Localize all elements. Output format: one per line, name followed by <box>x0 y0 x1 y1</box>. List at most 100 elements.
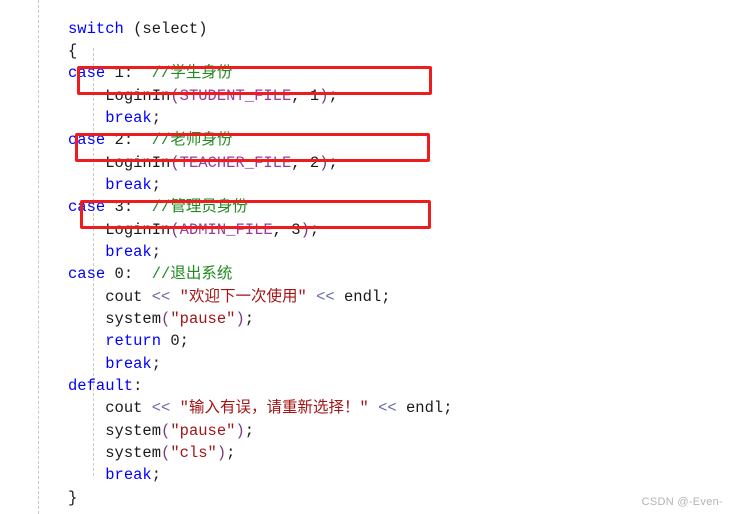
code-line-10: LoginIn(ADMIN_FILE, 3); <box>68 219 708 241</box>
token-kw: case <box>68 131 106 150</box>
code-line-22: } <box>68 487 708 509</box>
code-line-8: break; <box>68 174 708 196</box>
code-line-6: case 2: //老师身份 <box>68 129 708 151</box>
token-plain: ; <box>328 153 338 172</box>
token-str: "cls" <box>170 444 217 463</box>
token-cmt: //管理员身份 <box>151 198 248 217</box>
code-line-21: break; <box>68 464 708 486</box>
token-plain: system <box>105 444 162 463</box>
token-macro: STUDENT_FILE <box>179 86 292 105</box>
token-plain: ; <box>151 466 162 485</box>
token-plain: ; <box>151 354 162 373</box>
code-block: switch (select) { case 1: //学生身份 LoginIn… <box>68 18 708 510</box>
token-kw: return <box>105 332 162 351</box>
token-punc: ( <box>170 220 180 239</box>
code-line-15: return 0; <box>68 330 708 352</box>
token-plain: , 3 <box>272 220 301 239</box>
token-punc: ) <box>300 220 310 239</box>
token-punc: ) <box>319 86 329 105</box>
token-plain: , 1 <box>291 86 320 105</box>
token-macro: TEACHER_FILE <box>179 153 292 172</box>
token-punc: ) <box>216 444 227 463</box>
token-punc: ( <box>170 153 180 172</box>
token-plain: 0; <box>161 332 189 351</box>
token-kw: case <box>68 198 106 217</box>
code-line-1: switch (select) <box>68 18 708 40</box>
code-line-19: system("pause"); <box>68 420 708 442</box>
token-op: << <box>151 287 171 306</box>
token-plain: ; <box>151 108 162 127</box>
code-line-12: case 0: //退出系统 <box>68 263 708 285</box>
token-plain: LoginIn <box>105 86 171 105</box>
token-op: << <box>378 399 397 418</box>
token-plain: 1: <box>105 64 152 83</box>
token-plain: endl; <box>334 287 391 306</box>
indent-guide-level-0 <box>38 0 39 514</box>
token-plain: , 2 <box>291 153 320 172</box>
token-kw: break <box>105 354 152 373</box>
token-punc: ( <box>161 309 171 328</box>
token-kw: default <box>68 377 134 395</box>
token-kw: break <box>105 466 152 485</box>
token-kw: break <box>105 175 152 194</box>
token-cmt: //老师身份 <box>151 131 233 150</box>
code-line-18: cout << "输入有误，请重新选择！" << endl; <box>68 397 708 419</box>
token-op: << <box>151 399 171 418</box>
token-plain: { <box>68 41 78 60</box>
token-cmt: //学生身份 <box>151 64 233 83</box>
token-plain: ; <box>226 444 236 463</box>
token-plain: ; <box>328 86 338 105</box>
code-line-3: case 1: //学生身份 <box>68 62 708 84</box>
token-kw: case <box>68 265 106 284</box>
token-plain: 0: <box>105 265 152 284</box>
token-str: "pause" <box>170 421 236 440</box>
token-op: << <box>316 287 335 306</box>
token-kw: break <box>105 108 152 127</box>
token-plain: : <box>133 377 143 395</box>
code-line-5: break; <box>68 107 708 129</box>
token-cmt: //退出系统 <box>151 265 233 284</box>
code-line-7: LoginIn(TEACHER_FILE, 2); <box>68 152 708 174</box>
code-line-14: system("pause"); <box>68 308 708 330</box>
token-plain: LoginIn <box>105 153 171 172</box>
token-plain: ; <box>244 309 255 328</box>
token-plain: ; <box>309 220 320 239</box>
token-kw: switch <box>68 19 124 38</box>
token-punc: ( <box>161 421 171 440</box>
code-line-17: default: <box>68 375 708 397</box>
token-punc: ) <box>235 309 245 328</box>
token-plain: ; <box>244 421 255 440</box>
code-screenshot: switch (select) { case 1: //学生身份 LoginIn… <box>0 0 731 514</box>
token-plain: 3: <box>105 198 152 217</box>
code-line-9: case 3: //管理员身份 <box>68 196 708 218</box>
token-plain: } <box>68 488 78 507</box>
token-plain: endl; <box>396 399 453 418</box>
token-str: "pause" <box>170 309 236 328</box>
token-kw: case <box>68 64 106 83</box>
token-str: "欢迎下一次使用" <box>179 287 307 306</box>
token-kw: break <box>105 242 152 261</box>
token-plain: cout <box>105 399 152 418</box>
token-punc: ) <box>319 153 329 172</box>
token-plain: cout <box>105 287 152 306</box>
token-punc: ( <box>161 444 171 463</box>
code-line-16: break; <box>68 353 708 375</box>
code-line-11: break; <box>68 241 708 263</box>
token-plain: system <box>105 421 162 440</box>
token-plain: ; <box>151 242 162 261</box>
token-plain: system <box>105 309 162 328</box>
csdn-watermark: CSDN @-Even- <box>641 496 723 508</box>
code-line-2: { <box>68 40 708 62</box>
token-plain: 2: <box>105 131 152 150</box>
token-punc: ) <box>235 421 245 440</box>
token-plain: ; <box>151 175 162 194</box>
token-punc: ( <box>170 86 180 105</box>
token-plain: (select) <box>123 19 208 38</box>
token-plain: LoginIn <box>105 220 171 239</box>
token-str: "输入有误，请重新选择！" <box>179 399 369 418</box>
code-line-4: LoginIn(STUDENT_FILE, 1); <box>68 85 708 107</box>
